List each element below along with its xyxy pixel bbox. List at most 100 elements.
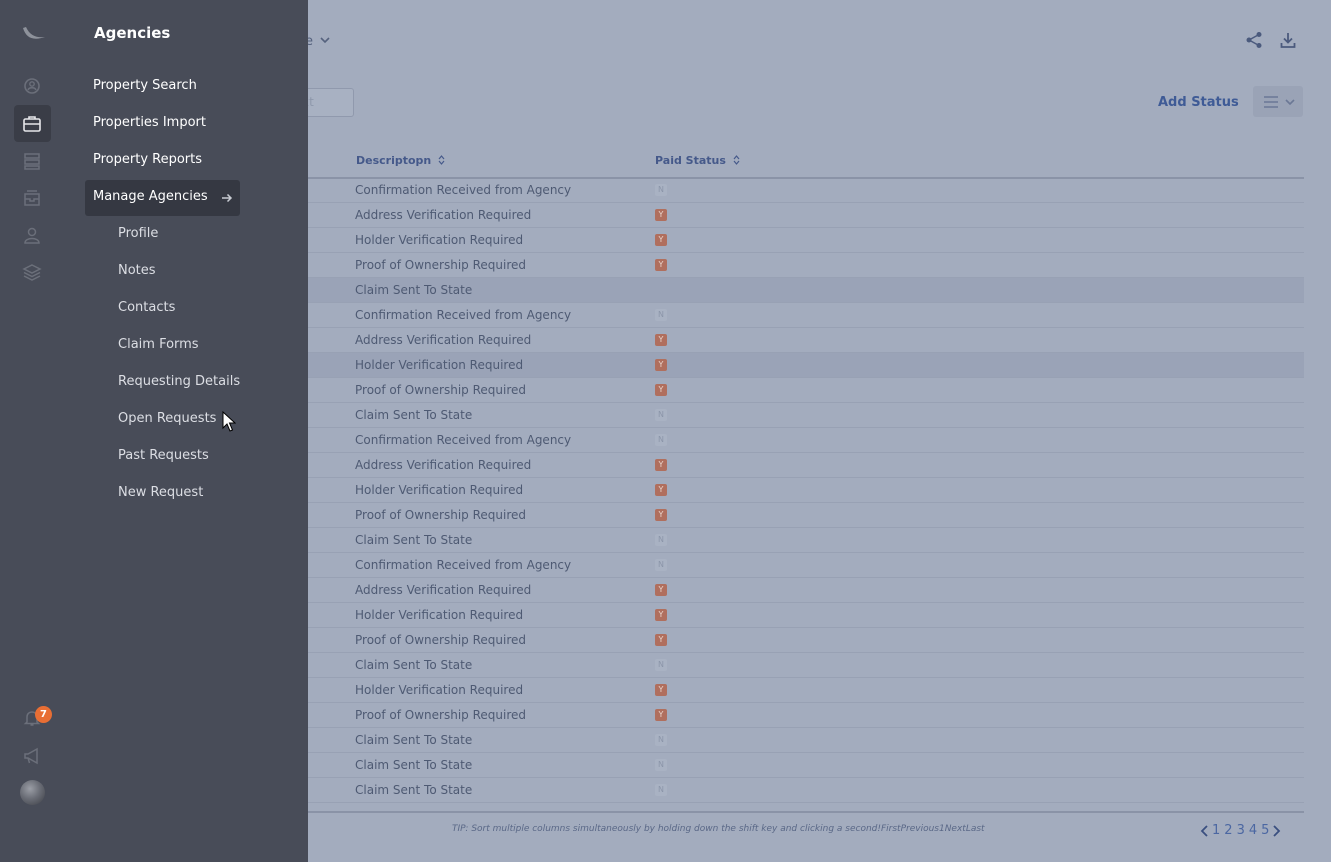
download-icon[interactable] xyxy=(1279,31,1297,49)
megaphone-icon[interactable] xyxy=(22,746,42,766)
share-icon[interactable] xyxy=(1245,31,1263,49)
paid-status-badge: Y xyxy=(655,359,667,371)
paid-status-badge: N xyxy=(655,184,667,196)
row-description: Claim Sent To State xyxy=(355,783,473,797)
page-link[interactable]: 1 xyxy=(1212,823,1220,838)
row-description: Claim Sent To State xyxy=(355,408,473,422)
table-row[interactable]: Claim Sent To State N xyxy=(308,728,1304,753)
subnav-claim-forms[interactable]: Claim Forms xyxy=(118,337,199,352)
add-status-button[interactable]: Add Status xyxy=(1158,95,1239,110)
inbox-icon[interactable] xyxy=(22,188,42,208)
subnav-notes[interactable]: Notes xyxy=(118,263,156,278)
row-description: Proof of Ownership Required xyxy=(355,508,527,522)
table-row[interactable]: Claim Sent To State N xyxy=(308,653,1304,678)
table-row[interactable]: Confirmation Received from Agency N xyxy=(308,303,1304,328)
table-row[interactable]: Confirmation Received from Agency N xyxy=(308,178,1304,203)
row-description: Address Verification Required xyxy=(355,208,532,222)
row-description: Claim Sent To State xyxy=(355,533,473,547)
table-row[interactable]: Holder Verification Required Y xyxy=(308,478,1304,503)
row-description: Proof of Ownership Required xyxy=(355,708,527,722)
nav-property-reports[interactable]: Property Reports xyxy=(93,152,202,167)
briefcase-icon[interactable] xyxy=(22,114,42,134)
row-description: Address Verification Required xyxy=(355,333,532,347)
table-row[interactable]: Proof of Ownership Required Y xyxy=(308,253,1304,278)
page-link[interactable]: 4 xyxy=(1249,823,1257,838)
arrow-right-icon xyxy=(222,193,233,203)
panel-title: Agencies xyxy=(94,24,171,42)
mouse-cursor-icon xyxy=(222,411,236,432)
paid-status-badge: N xyxy=(655,409,667,421)
table-row[interactable]: Claim Sent To State N xyxy=(308,753,1304,778)
row-description: Claim Sent To State xyxy=(355,658,473,672)
table-row[interactable]: Claim Sent To State N xyxy=(308,778,1304,803)
paid-status-badge: N xyxy=(655,659,667,671)
table-row[interactable]: Claim Sent To State N xyxy=(308,528,1304,553)
row-description: Address Verification Required xyxy=(355,583,532,597)
table-row[interactable]: Proof of Ownership Required Y xyxy=(308,503,1304,528)
table-row[interactable]: Address Verification Required Y xyxy=(308,203,1304,228)
nav-property-search[interactable]: Property Search xyxy=(93,78,197,93)
servers-icon[interactable] xyxy=(22,151,42,171)
logo-icon[interactable] xyxy=(21,24,47,44)
table-row[interactable]: Holder Verification Required Y xyxy=(308,603,1304,628)
column-header-description[interactable]: Descriptopn xyxy=(356,154,445,167)
chevron-left-icon[interactable] xyxy=(1200,824,1210,838)
table-row[interactable]: Proof of Ownership Required Y xyxy=(308,628,1304,653)
table-row[interactable]: Holder Verification Required Y xyxy=(308,353,1304,378)
page-link[interactable]: 5 xyxy=(1261,823,1269,838)
row-description: Claim Sent To State xyxy=(355,733,473,747)
subnav-new-request[interactable]: New Request xyxy=(118,485,203,500)
layers-icon[interactable] xyxy=(22,262,42,282)
table-row[interactable]: Holder Verification Required Y xyxy=(308,228,1304,253)
view-selector[interactable]: e xyxy=(305,34,330,49)
subnav-open-requests[interactable]: Open Requests xyxy=(118,411,216,426)
row-description: Confirmation Received from Agency xyxy=(355,183,572,197)
row-description: Holder Verification Required xyxy=(355,483,524,497)
chevron-right-icon[interactable] xyxy=(1271,824,1281,838)
sort-tip: TIP: Sort multiple columns simultaneousl… xyxy=(452,824,985,834)
row-description: Confirmation Received from Agency xyxy=(355,308,572,322)
agencies-flyout: Agencies Property Search Properties Impo… xyxy=(66,0,308,862)
paid-status-badge: Y xyxy=(655,334,667,346)
agencies-icon[interactable] xyxy=(22,76,42,96)
notification-badge: 7 xyxy=(35,706,52,723)
paid-status-badge: Y xyxy=(655,484,667,496)
table-row[interactable]: Claim Sent To State xyxy=(308,278,1304,303)
subnav-profile[interactable]: Profile xyxy=(118,226,158,241)
column-header-paid-status[interactable]: Paid Status xyxy=(655,154,740,167)
paid-status-badge: Y xyxy=(655,584,667,596)
table-row[interactable]: Confirmation Received from Agency N xyxy=(308,553,1304,578)
icon-rail: 7 xyxy=(0,0,66,862)
column-menu-button[interactable] xyxy=(1253,86,1303,117)
row-description: Proof of Ownership Required xyxy=(355,383,527,397)
paid-status-badge: N xyxy=(655,759,667,771)
table-row[interactable]: Proof of Ownership Required Y xyxy=(308,703,1304,728)
row-description: Holder Verification Required xyxy=(355,608,524,622)
table-row[interactable]: Confirmation Received from Agency N xyxy=(308,428,1304,453)
paid-status-badge: Y xyxy=(655,384,667,396)
table-row[interactable]: Address Verification Required Y xyxy=(308,578,1304,603)
nav-properties-import[interactable]: Properties Import xyxy=(93,115,206,130)
row-description: Holder Verification Required xyxy=(355,358,524,372)
subnav-past-requests[interactable]: Past Requests xyxy=(118,448,209,463)
paid-status-badge: Y xyxy=(655,459,667,471)
user-icon[interactable] xyxy=(22,225,42,245)
paid-status-badge: N xyxy=(655,309,667,321)
nav-manage-agencies[interactable]: Manage Agencies xyxy=(93,189,208,204)
paid-status-badge: Y xyxy=(655,634,667,646)
page-link[interactable]: 2 xyxy=(1224,823,1232,838)
row-description: Proof of Ownership Required xyxy=(355,633,527,647)
paid-status-badge: N xyxy=(655,784,667,796)
table-row[interactable]: Address Verification Required Y xyxy=(308,453,1304,478)
avatar[interactable] xyxy=(20,780,45,805)
table-row[interactable]: Proof of Ownership Required Y xyxy=(308,378,1304,403)
subnav-contacts[interactable]: Contacts xyxy=(118,300,175,315)
table-row[interactable]: Address Verification Required Y xyxy=(308,328,1304,353)
table-row[interactable]: Holder Verification Required Y xyxy=(308,678,1304,703)
page-link[interactable]: 3 xyxy=(1237,823,1245,838)
paid-status-badge: N xyxy=(655,534,667,546)
row-description: Address Verification Required xyxy=(355,458,532,472)
subnav-requesting-details[interactable]: Requesting Details xyxy=(118,374,240,389)
sort-icon xyxy=(438,155,445,165)
table-row[interactable]: Claim Sent To State N xyxy=(308,403,1304,428)
